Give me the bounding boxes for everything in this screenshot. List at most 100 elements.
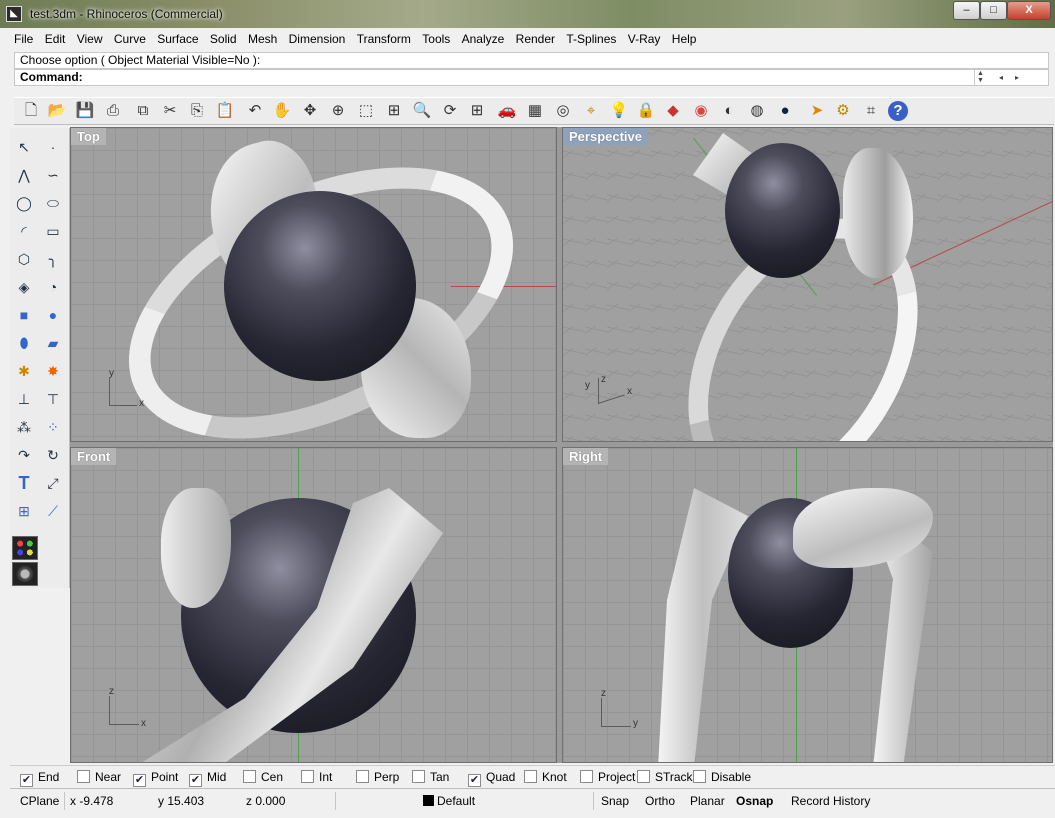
circle-icon[interactable]: ◯ [13,192,35,214]
cut-icon[interactable]: ✂ [159,100,181,122]
osnap-end[interactable]: ✔ End [20,769,59,787]
curve-icon[interactable]: ∽ [42,164,64,186]
osnap-int[interactable]: Int [301,769,332,785]
osnap-checkbox[interactable] [524,770,537,783]
menu-edit[interactable]: Edit [41,30,70,48]
rotate-view-icon[interactable]: ✥ [299,100,321,122]
settings-icon[interactable]: ⚙ [832,100,854,122]
osnap-mid[interactable]: ✔ Mid [189,769,226,787]
osnap-checkbox[interactable] [693,770,706,783]
select-icon[interactable]: ➤ [806,100,828,122]
select-arrow-icon[interactable]: ↖ [13,136,35,158]
viewport-label-right[interactable]: Right [563,448,609,465]
polyline-icon[interactable]: ⋀ [13,164,35,186]
color-wheel-icon[interactable]: ◉ [690,100,712,122]
menu-transform[interactable]: Transform [353,30,415,48]
box-icon[interactable]: ■ [13,304,35,326]
import-icon[interactable]: ⧉ [132,100,154,122]
viewport-label-front[interactable]: Front [71,448,117,465]
layer-icon[interactable]: ◆ [662,100,684,122]
maximize-button[interactable]: □ [980,1,1007,20]
cplane-label[interactable]: CPlane [20,793,59,809]
print-icon[interactable]: ⎙ [102,100,124,122]
rhino-app-icon[interactable]: ◣ [6,6,22,22]
light-icon[interactable]: 💡 [608,100,630,122]
open-icon[interactable]: 📂 [46,100,68,122]
menu-dimension[interactable]: Dimension [285,30,350,48]
menu-render[interactable]: Render [512,30,559,48]
menu-curve[interactable]: Curve [110,30,150,48]
four-viewports-icon[interactable]: ⊞ [466,100,488,122]
menu-view[interactable]: View [73,30,107,48]
menu-mesh[interactable]: Mesh [244,30,281,48]
zoom-dynamic-icon[interactable]: ⊕ [327,100,349,122]
rotate-icon[interactable]: ⟳ [439,100,461,122]
menu-solid[interactable]: Solid [206,30,241,48]
save-icon[interactable]: 💾 [74,100,96,122]
point-icon[interactable]: · [42,136,64,158]
osnap-checkbox[interactable] [77,770,90,783]
group-icon[interactable]: ⁂ [13,416,35,438]
shade-icon[interactable]: ◐ [718,100,740,122]
array-icon[interactable]: ⁘ [42,416,64,438]
zoom-extents-icon[interactable]: ⊞ [383,100,405,122]
command-scroll-icon[interactable]: ▲ ▼ [974,70,986,85]
command-history-arrows-icon[interactable]: ◂▸ [990,70,1040,85]
viewport-label-top[interactable]: Top [71,128,106,145]
cplane-icon[interactable]: ◎ [552,100,574,122]
car-icon[interactable]: 🚗 [496,100,518,122]
menu-tsplines[interactable]: T-Splines [562,30,620,48]
planar-toggle[interactable]: Planar [690,793,725,809]
osnap-knot[interactable]: Knot [524,769,567,785]
osnap-cen[interactable]: Cen [243,769,283,785]
osnap-icon[interactable]: ⌖ [580,100,602,122]
ortho-toggle[interactable]: Ortho [645,793,675,809]
new-icon[interactable]: 🗋 [20,100,42,122]
menu-help[interactable]: Help [668,30,701,48]
osnap-strack[interactable]: STrack [637,769,693,785]
osnap-checkbox[interactable] [243,770,256,783]
command-input[interactable]: Command: [14,69,1049,86]
lock-icon[interactable]: 🔒 [635,100,657,122]
menu-file[interactable]: File [10,30,37,48]
explode-icon[interactable]: ✸ [42,360,64,382]
split-icon[interactable]: ⊥ [13,388,35,410]
viewport-top[interactable]: y x Top [70,127,557,442]
render-sphere-icon[interactable]: ● [774,100,796,122]
block-icon[interactable]: ⊞ [13,500,35,522]
boolean-icon[interactable]: ✱ [13,360,35,382]
ellipse-icon[interactable]: ⬭ [42,192,64,214]
grid-icon[interactable]: ▦ [524,100,546,122]
trim-icon[interactable]: ⊤ [42,388,64,410]
menu-vray[interactable]: V-Ray [624,30,665,48]
osnap-checkbox[interactable]: ✔ [20,774,33,787]
viewport-label-perspective[interactable]: Perspective [563,128,648,145]
osnap-checkbox[interactable]: ✔ [468,774,481,787]
scale-icon[interactable]: ⤢ [42,472,64,494]
polygon-icon[interactable]: ⬡ [13,248,35,270]
snap-toggle[interactable]: Snap [601,793,629,809]
osnap-quad[interactable]: ✔ Quad [468,769,515,787]
osnap-checkbox[interactable] [301,770,314,783]
osnap-checkbox[interactable]: ✔ [133,774,146,787]
paste-icon[interactable]: 📋 [214,100,236,122]
menu-tools[interactable]: Tools [418,30,454,48]
text-icon[interactable]: T [13,472,35,494]
properties-icon[interactable]: ⌗ [860,100,882,122]
mesh-icon[interactable]: ▰ [42,332,64,354]
revolve-icon[interactable]: ◔ [42,276,64,298]
pan-icon[interactable]: ✋ [271,100,293,122]
viewport-front[interactable]: z x Front [70,447,557,763]
rotate-object-icon[interactable]: ↻ [42,444,64,466]
osnap-checkbox[interactable] [356,770,369,783]
current-layer[interactable]: Default [423,793,475,809]
zoom-selected-icon[interactable]: 🔍 [411,100,433,122]
rectangle-icon[interactable]: ▭ [42,220,64,242]
viewport-right[interactable]: z y Right [562,447,1053,763]
undo-icon[interactable]: ↶ [244,100,266,122]
sphere-icon[interactable]: ● [42,304,64,326]
materials-icon[interactable] [12,536,38,560]
osnap-project[interactable]: Project [580,769,635,785]
osnap-checkbox[interactable]: ✔ [189,774,202,787]
menu-surface[interactable]: Surface [153,30,202,48]
